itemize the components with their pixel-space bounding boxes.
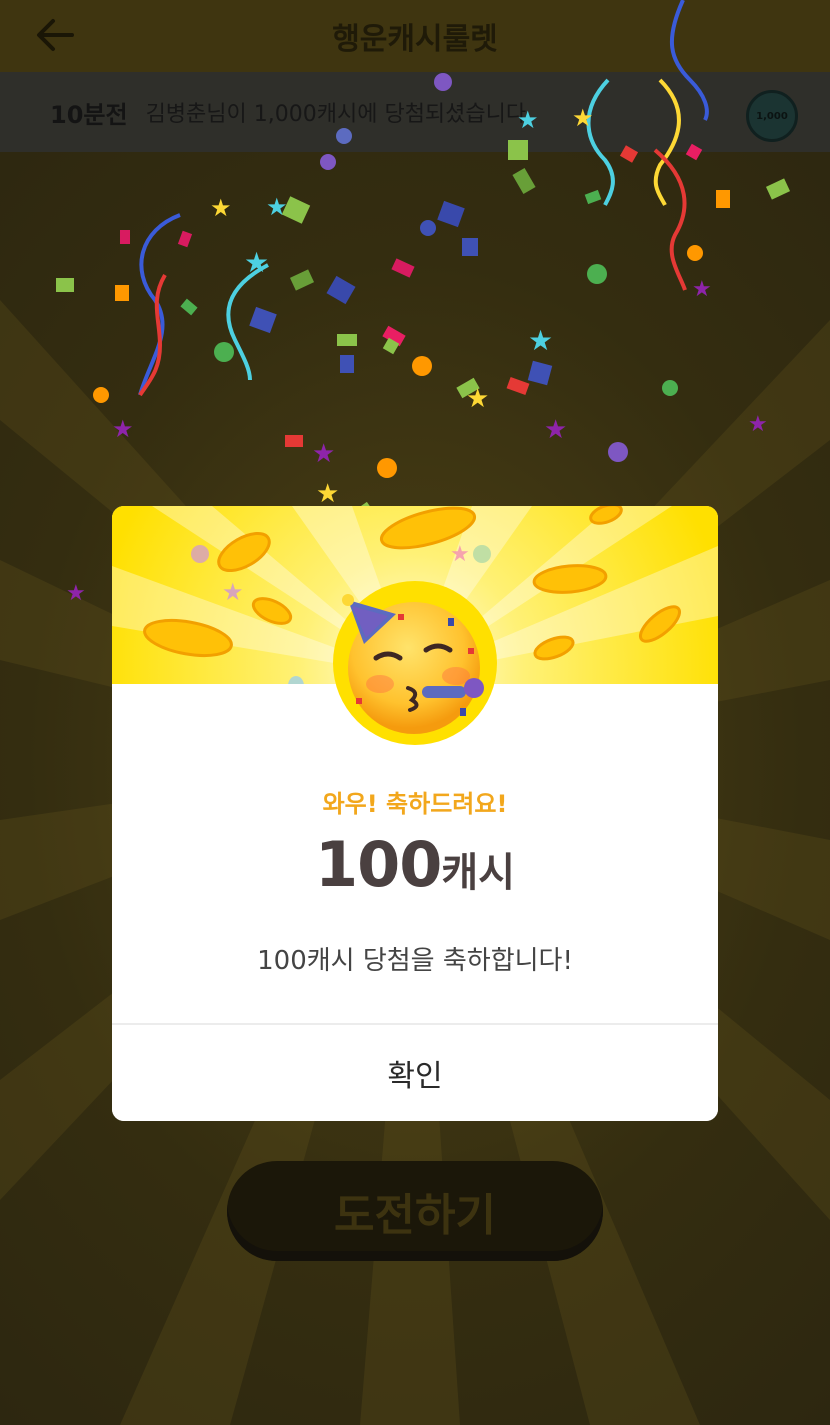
app-header: 행운캐시룰렛 <box>0 0 830 72</box>
svg-text:★: ★ <box>450 542 470 567</box>
challenge-button[interactable]: 도전하기 <box>227 1161 603 1261</box>
ticker-message: 김병춘님이 1,000캐시에 당첨되셨습니다. <box>145 102 534 127</box>
prize-unit: 캐시 <box>441 850 516 896</box>
winner-ticker: 10분전 김병춘님이 1,000캐시에 당첨되셨습니다. 1,000 <box>0 72 830 152</box>
cash-coin-icon: 1,000 <box>746 90 798 142</box>
prize-number: 100 <box>314 828 442 901</box>
party-face-icon <box>342 594 484 734</box>
prize-description: 100캐시 당첨을 축하합니다! <box>257 946 573 976</box>
ticker-time: 10분전 <box>50 100 128 129</box>
prize-amount: 100캐시 <box>112 828 718 901</box>
reward-modal: ★ ★ 와우! 축하드려요! 100캐시 100캐시 당첨을 축하합니다! 확인 <box>112 506 718 1121</box>
confirm-button[interactable]: 확인 <box>112 1025 718 1121</box>
congrats-text: 와우! 축하드려요! <box>322 790 508 818</box>
page-title: 행운캐시룰렛 <box>332 22 498 57</box>
svg-text:★: ★ <box>222 578 244 606</box>
back-button[interactable] <box>30 12 80 58</box>
challenge-label: 도전하기 <box>334 1190 496 1241</box>
coin-label: 1,000 <box>756 110 788 122</box>
arrow-left-icon <box>37 19 74 51</box>
